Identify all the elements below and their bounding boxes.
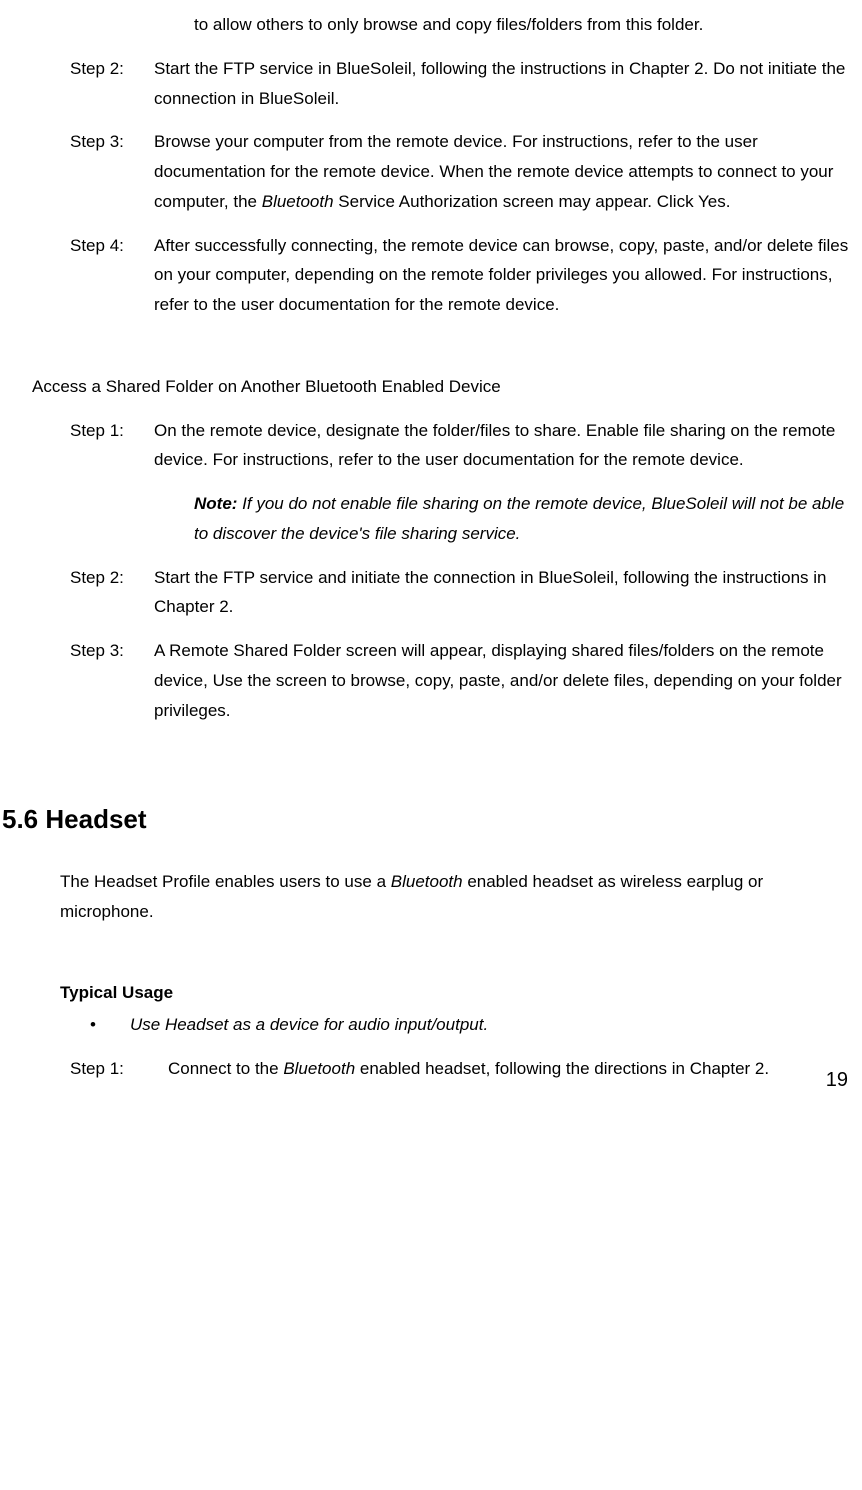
step-4-row: Step 4: After successfully connecting, t…: [30, 231, 852, 320]
step-2-label: Step 2:: [30, 54, 140, 114]
access-step-3-body: A Remote Shared Folder screen will appea…: [140, 636, 852, 725]
step-4-label: Step 4:: [30, 231, 140, 320]
bluetooth-word: Bluetooth: [283, 1059, 355, 1078]
access-step-2-label: Step 2:: [30, 563, 140, 623]
access-step-1-body: On the remote device, designate the fold…: [140, 416, 852, 476]
step-3-body-suffix: Service Authorization screen may appear.…: [334, 192, 731, 211]
access-step-1-label: Step 1:: [30, 416, 140, 476]
bullet-text: Use Headset as a device for audio input/…: [130, 1010, 852, 1040]
headset-intro-prefix: The Headset Profile enables users to use…: [60, 872, 391, 891]
headset-step-1-suffix: enabled headset, following the direction…: [355, 1059, 769, 1078]
step-3-row: Step 3: Browse your computer from the re…: [30, 127, 852, 216]
access-step-1-row: Step 1: On the remote device, designate …: [30, 416, 852, 476]
access-section-title: Access a Shared Folder on Another Blueto…: [30, 372, 852, 402]
access-step-2-body: Start the FTP service and initiate the c…: [140, 563, 852, 623]
headset-step-1-row: Step 1: Connect to the Bluetooth enabled…: [30, 1054, 852, 1084]
bullet-dot-icon: •: [90, 1010, 130, 1040]
access-step-3-label: Step 3:: [30, 636, 140, 725]
headset-step-1-label: Step 1:: [30, 1054, 148, 1084]
step-3-body: Browse your computer from the remote dev…: [140, 127, 852, 216]
bluetooth-word: Bluetooth: [391, 872, 463, 891]
bullet-row: • Use Headset as a device for audio inpu…: [30, 1010, 852, 1040]
note-block: Note: If you do not enable file sharing …: [194, 489, 852, 549]
step-2-body: Start the FTP service in BlueSoleil, fol…: [140, 54, 852, 114]
headset-intro: The Headset Profile enables users to use…: [30, 867, 852, 927]
step-3-label: Step 3:: [30, 127, 140, 216]
step-2-row: Step 2: Start the FTP service in BlueSol…: [30, 54, 852, 114]
typical-usage-title: Typical Usage: [30, 978, 852, 1008]
access-step-2-row: Step 2: Start the FTP service and initia…: [30, 563, 852, 623]
step-4-body: After successfully connecting, the remot…: [140, 231, 852, 320]
headset-step-1-prefix: Connect to the: [168, 1059, 283, 1078]
page-number: 19: [826, 1063, 848, 1098]
access-step-3-row: Step 3: A Remote Shared Folder screen wi…: [30, 636, 852, 725]
headset-heading: 5.6 Headset: [2, 797, 852, 843]
note-label: Note:: [194, 494, 237, 513]
step-continuation-text: to allow others to only browse and copy …: [194, 10, 852, 40]
bluetooth-word: Bluetooth: [262, 192, 334, 211]
note-body: If you do not enable file sharing on the…: [194, 494, 844, 543]
headset-step-1-body: Connect to the Bluetooth enabled headset…: [148, 1054, 852, 1084]
